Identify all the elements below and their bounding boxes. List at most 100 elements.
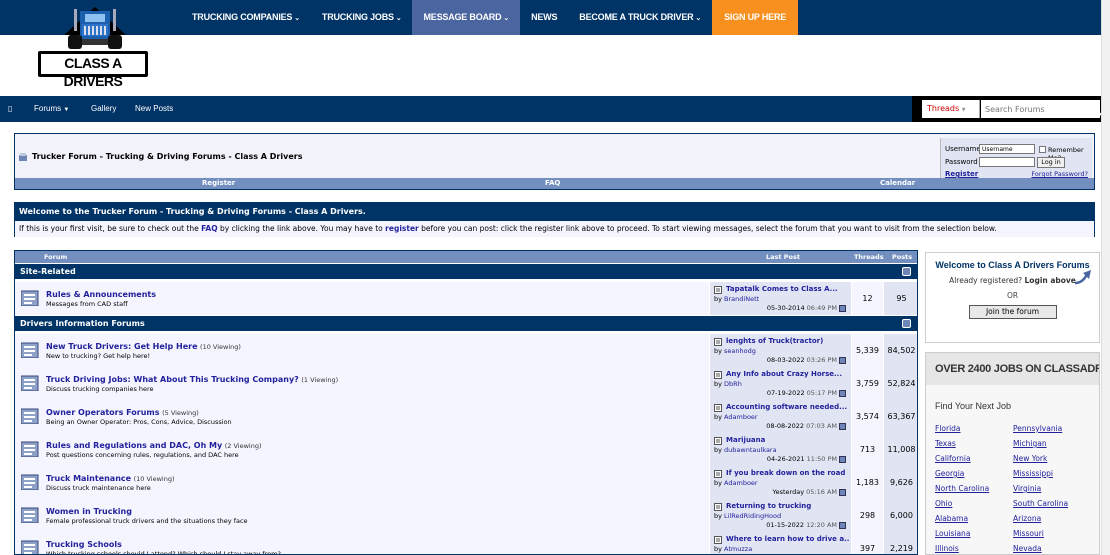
nav-gallery[interactable]: Gallery bbox=[91, 96, 116, 122]
forgot-password-link[interactable]: Forgot Password? bbox=[1031, 170, 1088, 178]
last-post-cell: Any Info about Crazy Horse... by DbRh 07-1… bbox=[709, 367, 851, 400]
search-input[interactable] bbox=[981, 100, 1100, 118]
last-post-title-link[interactable]: Returning to trucking bbox=[726, 502, 811, 510]
nav-become-a-truck-driver[interactable]: BECOME A TRUCK DRIVER ⌄ bbox=[568, 0, 712, 35]
forum-title-link[interactable]: Rules and Regulations and DAC, Oh My bbox=[46, 441, 222, 450]
home-icon[interactable]: ▯ bbox=[8, 96, 12, 122]
last-post-cell: Returning to trucking by LilRedRidingHood… bbox=[709, 499, 851, 532]
forum-description: Post questions concerning rules, regulat… bbox=[46, 451, 239, 459]
collapse-icon[interactable] bbox=[902, 267, 911, 276]
last-post-title-link[interactable]: Marijuana bbox=[726, 436, 765, 444]
state-link[interactable]: Arizona bbox=[1013, 514, 1041, 523]
state-link[interactable]: Louisiana bbox=[935, 529, 970, 538]
welcome-register-link[interactable]: register bbox=[385, 224, 419, 233]
password-input[interactable] bbox=[979, 157, 1035, 167]
last-post-title-link[interactable]: lenghts of Truck(tractor) bbox=[726, 337, 823, 345]
last-post-title-link[interactable]: Any Info about Crazy Horse... bbox=[726, 370, 842, 378]
forum-cell: Women in Trucking Female professional tr… bbox=[15, 499, 709, 532]
forum-title-line: Women in Trucking bbox=[46, 507, 132, 516]
go-to-last-post-icon[interactable] bbox=[839, 455, 846, 463]
page-scrollbar[interactable] bbox=[1101, 0, 1110, 555]
nav-trucking-companies[interactable]: TRUCKING COMPANIES ⌄ bbox=[181, 0, 311, 35]
go-to-last-post-icon[interactable] bbox=[839, 389, 846, 397]
state-link[interactable]: Nevada bbox=[1013, 544, 1042, 553]
last-post-date: 08-08-2022 07:03 AM bbox=[766, 422, 846, 430]
login-button[interactable]: Log in bbox=[1037, 157, 1065, 168]
site-logo[interactable]: CLASS A DRIVERS bbox=[38, 5, 148, 89]
post-time: 03:26 PM bbox=[806, 356, 837, 364]
state-link[interactable]: Michigan bbox=[1013, 439, 1047, 448]
state-link[interactable]: Missouri bbox=[1013, 529, 1044, 538]
state-link[interactable]: Georgia bbox=[935, 469, 964, 478]
category-name[interactable]: Site-Related bbox=[20, 267, 76, 276]
last-post-cell: Accounting software needed... by Adamboer… bbox=[709, 400, 851, 433]
last-post-author-link[interactable]: DbRh bbox=[724, 380, 742, 388]
forum-title-link[interactable]: New Truck Drivers: Get Help Here bbox=[46, 342, 198, 351]
collapse-icon[interactable] bbox=[902, 319, 911, 328]
last-post-title-link[interactable]: Accounting software needed... bbox=[726, 403, 847, 411]
forum-description: Being an Owner Operator: Pros, Cons, Adv… bbox=[46, 418, 232, 426]
bar-register-link[interactable]: Register bbox=[202, 178, 235, 189]
last-post-title-link[interactable]: Tapatalk Comes to Class A... bbox=[726, 285, 838, 293]
forum-title-line: New Truck Drivers: Get Help Here (10 Vie… bbox=[46, 342, 241, 351]
forum-title-link[interactable]: Rules & Announcements bbox=[46, 290, 156, 299]
username-input[interactable] bbox=[979, 144, 1035, 154]
state-link[interactable]: Virginia bbox=[1013, 484, 1041, 493]
sign-up-button[interactable]: SIGN UP HERE bbox=[712, 0, 799, 35]
last-post-author-link[interactable]: seanhodg bbox=[724, 347, 756, 355]
go-to-last-post-icon[interactable] bbox=[839, 304, 846, 312]
state-link[interactable]: Florida bbox=[935, 424, 961, 433]
state-link[interactable]: Pennsylvania bbox=[1013, 424, 1062, 433]
remember-me-checkbox[interactable] bbox=[1039, 146, 1046, 153]
register-link[interactable]: Register bbox=[945, 170, 978, 178]
forum-title-link[interactable]: Truck Maintenance bbox=[46, 474, 131, 483]
last-post-author-link[interactable]: LilRedRidingHood bbox=[724, 512, 781, 520]
forum-title-link[interactable]: Truck Driving Jobs: What About This Truc… bbox=[46, 375, 299, 384]
last-post-author-link[interactable]: Adamboer bbox=[724, 413, 758, 421]
state-link[interactable]: Mississippi bbox=[1013, 469, 1053, 478]
thread-count: 298 bbox=[851, 499, 883, 532]
forum-description: New to trucking? Get help here! bbox=[46, 352, 151, 360]
forum-cell: Rules and Regulations and DAC, Oh My (2 … bbox=[15, 433, 709, 466]
nav-message-board[interactable]: MESSAGE BOARD ⌄ bbox=[412, 0, 521, 35]
state-link[interactable]: Illinois bbox=[935, 544, 959, 553]
join-forum-button[interactable]: Join the forum bbox=[968, 305, 1057, 319]
go-to-last-post-icon[interactable] bbox=[839, 422, 846, 430]
state-link[interactable]: South Carolina bbox=[1013, 499, 1068, 508]
post-icon bbox=[714, 470, 722, 478]
bar-calendar-link[interactable]: Calendar bbox=[880, 178, 915, 189]
state-link[interactable]: Texas bbox=[935, 439, 956, 448]
state-link[interactable]: New York bbox=[1013, 454, 1047, 463]
search-icon[interactable] bbox=[1088, 101, 1102, 117]
forum-title-link[interactable]: Owner Operators Forums bbox=[46, 408, 160, 417]
category-name[interactable]: Drivers Information Forums bbox=[20, 319, 145, 328]
forum-title-link[interactable]: Trucking Schools bbox=[46, 540, 122, 549]
forum-title-link[interactable]: Women in Trucking bbox=[46, 507, 132, 516]
last-post-author-link[interactable]: dubawntaulkara bbox=[724, 446, 777, 454]
go-to-last-post-icon[interactable] bbox=[839, 356, 846, 364]
last-post-author-link[interactable]: Atmuzza bbox=[724, 545, 752, 553]
go-to-last-post-icon[interactable] bbox=[839, 521, 846, 529]
forum-cell: Truck Driving Jobs: What About This Truc… bbox=[15, 367, 709, 400]
post-count: 84,502 bbox=[883, 334, 917, 367]
forum-title-line: Truck Driving Jobs: What About This Truc… bbox=[46, 375, 338, 384]
last-post-author: by DbRh bbox=[714, 380, 742, 388]
state-link[interactable]: California bbox=[935, 454, 971, 463]
last-post-title-link[interactable]: Where to learn how to drive a... bbox=[726, 535, 850, 543]
last-post-date: 08-03-2022 03:26 PM bbox=[767, 356, 846, 364]
welcome-faq-link[interactable]: FAQ bbox=[201, 224, 217, 233]
nav-news[interactable]: NEWS bbox=[520, 0, 568, 35]
nav-forums[interactable]: Forums ▼ bbox=[34, 96, 69, 123]
nav-new-posts[interactable]: New Posts bbox=[135, 96, 173, 122]
search-scope-select[interactable]: Threads ▼ bbox=[922, 100, 980, 118]
last-post-author-link[interactable]: Adamboer bbox=[724, 479, 758, 487]
state-link[interactable]: Alabama bbox=[935, 514, 968, 523]
last-post-author-link[interactable]: BrandiNett bbox=[724, 295, 759, 303]
bar-faq-link[interactable]: FAQ bbox=[545, 178, 560, 189]
breadcrumb-links-bar: Register FAQ Calendar bbox=[15, 178, 1094, 189]
state-link[interactable]: Ohio bbox=[935, 499, 952, 508]
last-post-title-link[interactable]: If you break down on the road bbox=[726, 469, 845, 477]
state-link[interactable]: North Carolina bbox=[935, 484, 989, 493]
nav-trucking-jobs[interactable]: TRUCKING JOBS ⌄ bbox=[311, 0, 413, 35]
go-to-last-post-icon[interactable] bbox=[839, 488, 846, 496]
